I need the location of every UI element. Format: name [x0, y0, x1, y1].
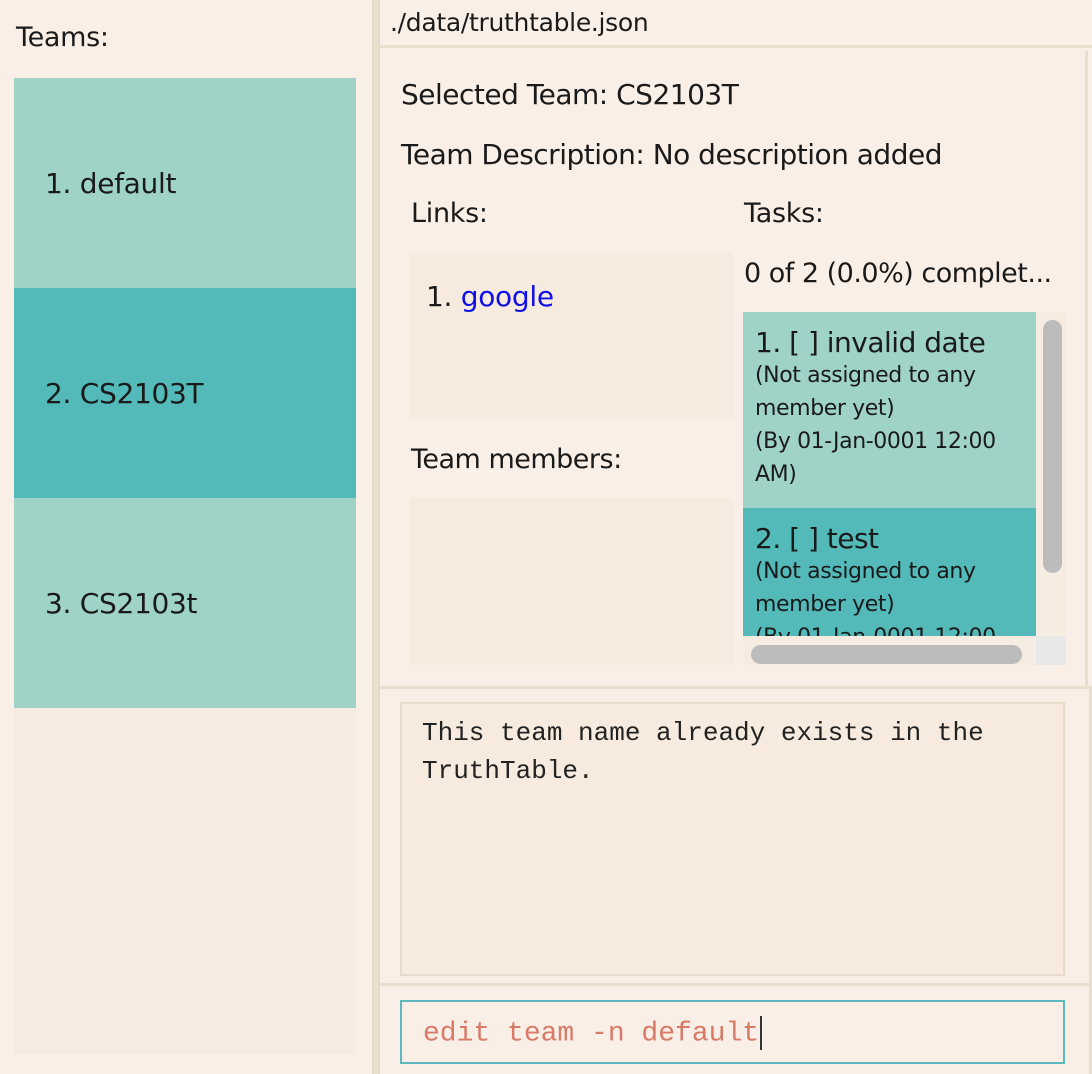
- scrollbar-corner: [1036, 636, 1066, 665]
- result-display-area: This team name already exists in the Tru…: [380, 686, 1092, 986]
- task-assignee: (Not assigned to any member yet): [755, 559, 976, 617]
- tasks-heading: Tasks:: [744, 198, 824, 229]
- command-area: edit team -n default: [380, 986, 1092, 1074]
- team-list-item-label: 2. CS2103T: [45, 376, 204, 410]
- command-text: edit team -n default: [423, 1018, 760, 1050]
- team-list-item-label: 3. CS2103t: [45, 586, 198, 620]
- team-list[interactable]: 1. default 2. CS2103T 3. CS2103t: [14, 78, 356, 1054]
- task-list-horizontal-scrollbar[interactable]: [751, 645, 1022, 664]
- task-item[interactable]: 1. [ ] invalid date (Not assigned to any…: [743, 312, 1036, 508]
- split-pane-divider[interactable]: [372, 0, 380, 1074]
- team-list-item-cs2103t-lower[interactable]: 3. CS2103t: [14, 498, 356, 708]
- link-number: 1.: [426, 280, 453, 313]
- file-path: ./data/truthtable.json: [390, 8, 649, 37]
- team-members-list[interactable]: [410, 498, 733, 665]
- selected-team-label: Selected Team: CS2103T: [401, 78, 739, 111]
- task-list-vertical-scrollbar[interactable]: [1043, 320, 1062, 573]
- teams-title: Teams:: [16, 22, 109, 53]
- command-input[interactable]: edit team -n default: [400, 1000, 1065, 1064]
- task-list[interactable]: 1. [ ] invalid date (Not assigned to any…: [743, 312, 1066, 665]
- link-google[interactable]: google: [461, 280, 554, 313]
- links-list[interactable]: 1. google: [410, 252, 733, 419]
- team-list-item-cs2103t-selected[interactable]: 2. CS2103T: [14, 288, 356, 498]
- result-display: This team name already exists in the Tru…: [400, 702, 1065, 976]
- task-item[interactable]: 2. [ ] test (Not assigned to any member …: [743, 508, 1036, 636]
- task-assignee: (Not assigned to any member yet): [755, 363, 976, 421]
- team-members-heading: Team members:: [411, 444, 622, 475]
- task-deadline: (By 01-Jan-0001 12:00 AM): [755, 429, 996, 487]
- link-item: 1. google: [426, 280, 554, 313]
- text-caret: [760, 1016, 763, 1050]
- team-list-item-label: 1. default: [45, 166, 177, 200]
- main-pane: ./data/truthtable.json Selected Team: CS…: [380, 0, 1092, 1074]
- task-title: 1. [ ] invalid date: [755, 326, 986, 359]
- file-path-status: ./data/truthtable.json: [380, 0, 1092, 48]
- task-progress: 0 of 2 (0.0%) complet...: [744, 258, 1052, 289]
- team-list-item-default[interactable]: 1. default: [14, 78, 356, 288]
- task-deadline: (By 01-Jan-0001 12:00 AM): [755, 621, 1026, 636]
- team-details-panel: Selected Team: CS2103T Team Description:…: [380, 51, 1088, 686]
- task-title: 2. [ ] test: [755, 522, 879, 555]
- links-heading: Links:: [411, 198, 488, 229]
- team-description: Team Description: No description added: [401, 138, 942, 171]
- sidebar: Teams: 1. default 2. CS2103T 3. CS2103t: [0, 0, 372, 1074]
